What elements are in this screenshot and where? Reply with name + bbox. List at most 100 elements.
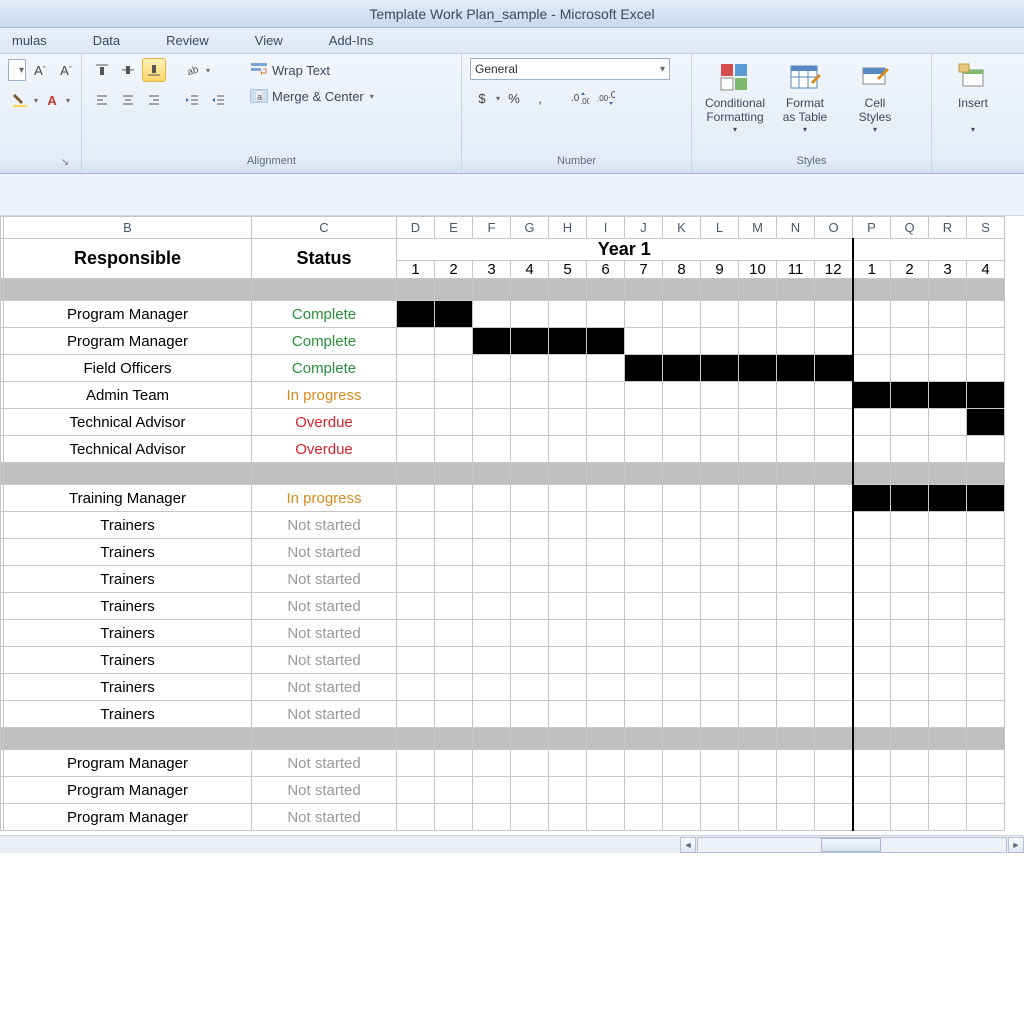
cell-gantt[interactable]: [511, 512, 549, 539]
cell-gantt[interactable]: [435, 566, 473, 593]
cell-status[interactable]: Not started: [252, 593, 397, 620]
cell-gantt[interactable]: [701, 539, 739, 566]
orientation-button[interactable]: ab: [180, 58, 204, 82]
month-header[interactable]: 1: [853, 261, 891, 279]
cell-gantt[interactable]: [777, 620, 815, 647]
cell-gantt[interactable]: [891, 328, 929, 355]
cell-gantt[interactable]: [625, 674, 663, 701]
cell-gantt[interactable]: [815, 804, 853, 831]
cell-gantt[interactable]: [739, 593, 777, 620]
cell-gantt[interactable]: [587, 647, 625, 674]
cell-gantt[interactable]: [815, 539, 853, 566]
cell-gantt[interactable]: [739, 620, 777, 647]
cell-gantt[interactable]: [625, 409, 663, 436]
cell-gantt[interactable]: [663, 355, 701, 382]
cell-gantt[interactable]: [929, 750, 967, 777]
cell-gantt[interactable]: [435, 382, 473, 409]
cell-gantt[interactable]: [435, 750, 473, 777]
cell-gantt[interactable]: [815, 701, 853, 728]
cell-gantt[interactable]: [929, 512, 967, 539]
cell-responsible[interactable]: Admin Team: [4, 382, 252, 409]
cell-gantt[interactable]: [967, 409, 1005, 436]
month-header[interactable]: 2: [435, 261, 473, 279]
cell-gantt[interactable]: [891, 620, 929, 647]
cell-gantt[interactable]: [739, 539, 777, 566]
cell-gantt[interactable]: [777, 593, 815, 620]
cell-gantt[interactable]: [777, 409, 815, 436]
month-header[interactable]: 4: [967, 261, 1005, 279]
cell-gantt[interactable]: [891, 777, 929, 804]
percent-button[interactable]: %: [502, 86, 526, 110]
cell-gantt[interactable]: [967, 593, 1005, 620]
cell-gantt[interactable]: [625, 701, 663, 728]
merge-center-button[interactable]: a Merge & Center ▾: [246, 84, 378, 108]
cell-gantt[interactable]: [663, 512, 701, 539]
cell-responsible[interactable]: Trainers: [4, 620, 252, 647]
cell-gantt[interactable]: [587, 620, 625, 647]
cell-gantt[interactable]: [511, 355, 549, 382]
cell-gantt[interactable]: [397, 804, 435, 831]
cell-gantt[interactable]: [853, 620, 891, 647]
align-bottom-button[interactable]: [142, 58, 166, 82]
cell-gantt[interactable]: [587, 750, 625, 777]
header-status[interactable]: Status: [252, 239, 397, 279]
cell-gantt[interactable]: [549, 328, 587, 355]
cell-gantt[interactable]: [473, 436, 511, 463]
align-left-button[interactable]: [90, 88, 114, 112]
cell-gantt[interactable]: [435, 804, 473, 831]
cell-gantt[interactable]: [891, 647, 929, 674]
increase-indent-button[interactable]: [206, 88, 230, 112]
cell-gantt[interactable]: [549, 409, 587, 436]
cell-gantt[interactable]: [587, 301, 625, 328]
cell-gantt[interactable]: [891, 750, 929, 777]
cell-gantt[interactable]: [473, 512, 511, 539]
cell-status[interactable]: Not started: [252, 512, 397, 539]
cell-gantt[interactable]: [929, 674, 967, 701]
cell-gantt[interactable]: [587, 539, 625, 566]
cell-gantt[interactable]: [587, 382, 625, 409]
cell-gantt[interactable]: [511, 750, 549, 777]
cell-gantt[interactable]: [701, 355, 739, 382]
cell-gantt[interactable]: [473, 485, 511, 512]
col-header-F[interactable]: F: [473, 217, 511, 239]
cell-gantt[interactable]: [739, 566, 777, 593]
cell-gantt[interactable]: [701, 566, 739, 593]
cell-gantt[interactable]: [701, 512, 739, 539]
cell-gantt[interactable]: [853, 593, 891, 620]
cell-gantt[interactable]: [473, 777, 511, 804]
cell-gantt[interactable]: [397, 485, 435, 512]
cell-gantt[interactable]: [625, 647, 663, 674]
cell-gantt[interactable]: [701, 593, 739, 620]
cell-gantt[interactable]: [967, 701, 1005, 728]
cell-gantt[interactable]: [663, 409, 701, 436]
cell-gantt[interactable]: [967, 512, 1005, 539]
cell-gantt[interactable]: [967, 355, 1005, 382]
cell-gantt[interactable]: [815, 566, 853, 593]
cell-gantt[interactable]: [929, 485, 967, 512]
col-header-P[interactable]: P: [853, 217, 891, 239]
cell-gantt[interactable]: [701, 777, 739, 804]
header-year2-partial[interactable]: [853, 239, 1005, 261]
cell-gantt[interactable]: [891, 701, 929, 728]
cell-gantt[interactable]: [967, 328, 1005, 355]
col-header-G[interactable]: G: [511, 217, 549, 239]
cell-gantt[interactable]: [815, 355, 853, 382]
cell-gantt[interactable]: [815, 436, 853, 463]
cell-gantt[interactable]: [929, 409, 967, 436]
cell-gantt[interactable]: [625, 485, 663, 512]
cell-gantt[interactable]: [587, 701, 625, 728]
fill-color-button[interactable]: [8, 88, 32, 112]
cell-gantt[interactable]: [701, 328, 739, 355]
cell-gantt[interactable]: [473, 647, 511, 674]
cell-gantt[interactable]: [435, 409, 473, 436]
cell-responsible[interactable]: Trainers: [4, 701, 252, 728]
cell-gantt[interactable]: [587, 777, 625, 804]
cell-gantt[interactable]: [663, 750, 701, 777]
cell-gantt[interactable]: [739, 647, 777, 674]
cell-gantt[interactable]: [967, 647, 1005, 674]
cell-gantt[interactable]: [739, 512, 777, 539]
cell-gantt[interactable]: [853, 804, 891, 831]
cell-gantt[interactable]: [853, 750, 891, 777]
cell-gantt[interactable]: [397, 620, 435, 647]
increase-decimal-button[interactable]: .0.00: [568, 86, 592, 110]
